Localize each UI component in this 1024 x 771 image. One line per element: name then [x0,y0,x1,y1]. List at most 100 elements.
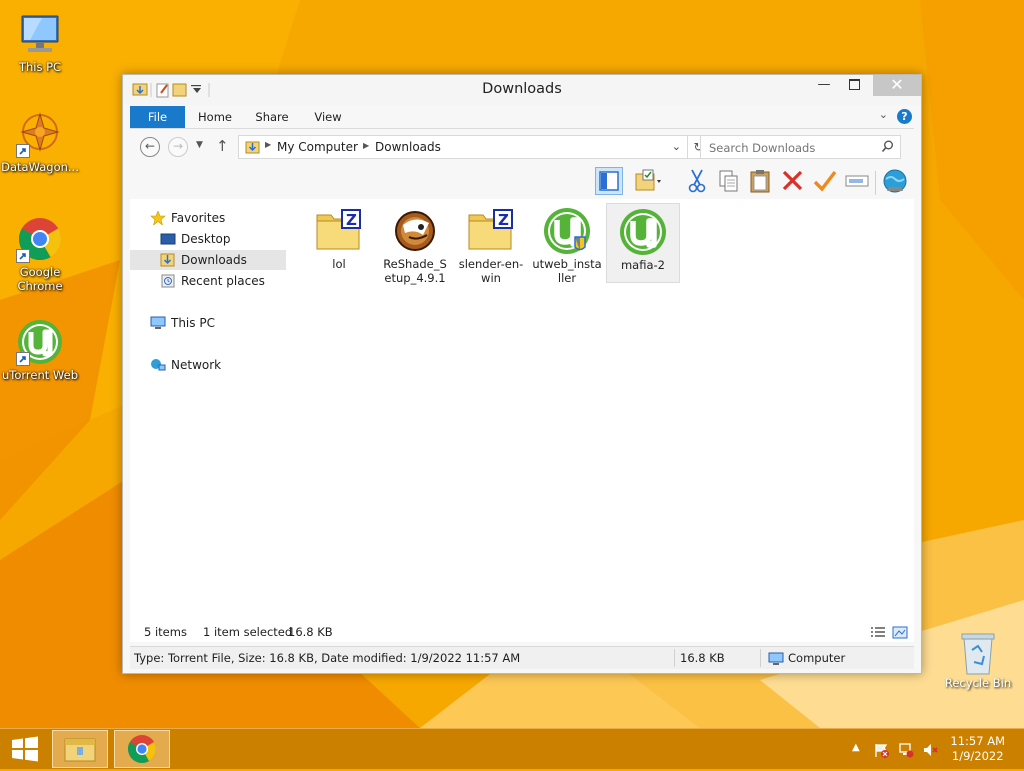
preview-pane-button[interactable] [595,167,623,195]
properties-button[interactable] [881,167,909,195]
nav-this-pc[interactable]: This PC [130,313,286,333]
file-name: lol [332,257,346,271]
search-box[interactable] [700,135,901,159]
selection-count: 1 item selected [203,625,293,639]
computer-icon [16,10,64,58]
rename-icon [845,175,869,187]
nav-favorites[interactable]: Favorites [130,208,286,228]
nav-recent-places[interactable]: Recent places [130,271,286,291]
up-button[interactable]: ↑ [216,137,229,155]
search-input[interactable] [707,139,881,157]
explorer-window[interactable]: Downloads — ✕ File Home Share View ⌄ ? ←… [122,74,922,674]
select-button[interactable] [811,167,839,195]
preview-pane-icon [599,171,619,191]
paste-button[interactable] [747,167,775,195]
forward-button[interactable]: → [168,137,188,157]
nav-desktop[interactable]: Desktop [130,229,286,249]
back-button[interactable]: ← [140,137,160,157]
start-button[interactable] [0,730,50,768]
taskbar-google-chrome[interactable] [114,730,170,768]
recent-locations-chevron-icon[interactable]: ▼ [196,140,203,150]
nav-favorites-label: Favorites [171,211,226,225]
tab-file[interactable]: File [130,106,185,128]
breadcrumb-my-computer[interactable]: My Computer [277,140,358,154]
copy-button[interactable] [715,167,743,195]
cut-button[interactable] [683,167,711,195]
search-icon[interactable] [881,140,894,156]
desktop-icon-google-chrome[interactable]: Google Chrome [0,215,80,293]
desktop-icon-label: DataWagon... [1,160,79,174]
computer-icon [150,316,166,330]
network-icon [150,358,166,372]
clipboard-icon [750,170,770,193]
address-dropdown-chevron-icon[interactable]: ⌄ [672,140,681,153]
desktop-icon-this-pc[interactable]: This PC [0,10,80,74]
details-size: 16.8 KB [680,651,725,665]
selection-size: 16.8 KB [288,625,333,639]
item-count: 5 items [144,625,187,639]
desktop-icon-recycle-bin[interactable]: Recycle Bin [942,630,1014,690]
status-separator [674,649,675,667]
details-view-icon [871,627,885,637]
help-icon[interactable]: ? [897,109,912,124]
folder-properties-icon [635,169,661,191]
computer-icon [768,651,784,673]
breadcrumb-downloads[interactable]: Downloads [375,140,441,154]
shortcut-arrow-icon [16,249,30,263]
tab-share[interactable]: Share [248,106,296,128]
file-name: ReShade_Setup_4.9.1 [383,257,447,285]
delete-x-icon [782,170,803,191]
file-item-slender-en-win[interactable]: Z slender-en-win [454,203,528,285]
close-button[interactable]: ✕ [873,75,921,96]
copy-icon [719,170,738,192]
desktop-icon-label: uTorrent Web [2,368,78,382]
navigation-bar: ← → ▼ ↑ ▶ My Computer ▶ Downloads ⌄ ↻ [130,135,914,161]
file-explorer-icon [64,738,96,762]
maximize-button[interactable] [839,75,869,96]
file-item-lol[interactable]: Z lol [302,203,376,283]
system-clock[interactable]: 11:57 AM 1/9/2022 [950,734,1005,764]
clock-date: 1/9/2022 [951,749,1004,763]
tab-view[interactable]: View [306,106,350,128]
file-item-utweb-installer[interactable]: utweb_installer [530,203,604,285]
network-status-icon[interactable] [898,742,914,761]
svg-text:Z: Z [498,211,509,229]
nav-network[interactable]: Network [130,355,286,375]
desktop-icon-label: Google Chrome [17,265,63,293]
action-center-flag-icon[interactable] [874,742,890,761]
taskbar: ▲ 11:57 AM 1/9/2022 [0,728,1024,769]
forward-arrow-icon: → [172,139,184,153]
delete-button[interactable] [779,167,807,195]
large-icons-view-icon [892,626,908,639]
datawagon-icon [16,110,64,158]
taskbar-file-explorer[interactable] [52,730,108,768]
details-bar: Type: Torrent File, Size: 16.8 KB, Date … [130,646,914,669]
nav-downloads-label: Downloads [181,253,247,267]
file-list[interactable]: Z lol ReShade_Setup_4.9.1 Z slender-en-w… [295,199,914,640]
checkmark-icon [813,170,837,192]
minimize-button[interactable]: — [809,75,839,96]
address-bar[interactable]: ▶ My Computer ▶ Downloads ⌄ [238,135,688,159]
file-details-text: Type: Torrent File, Size: 16.8 KB, Date … [134,651,521,665]
file-item-mafia-2[interactable]: mafia-2 [606,203,680,283]
toolbar-separator [875,171,876,195]
desktop-icon-datawagon[interactable]: DataWagon... [0,110,80,174]
maximize-icon [848,79,860,90]
content-area: Favorites Desktop Downloads Recent place… [130,199,914,640]
show-hidden-icons-chevron-icon[interactable]: ▲ [852,742,860,753]
expand-ribbon-chevron-icon[interactable]: ⌄ [879,108,888,121]
new-folder-button[interactable] [633,167,661,195]
downloads-folder-icon [245,140,261,157]
window-title: Downloads [482,81,562,97]
details-view-button[interactable] [870,625,886,645]
shortcut-arrow-icon [16,352,30,366]
title-bar[interactable]: Downloads — ✕ [123,75,921,105]
nav-downloads[interactable]: Downloads [130,250,286,270]
tab-home[interactable]: Home [192,106,238,128]
volume-muted-icon[interactable] [922,742,938,761]
command-toolbar [123,165,921,199]
file-item-reshade-setup[interactable]: ReShade_Setup_4.9.1 [378,203,452,285]
rename-button[interactable] [843,167,871,195]
desktop-icon-utorrent-web[interactable]: uTorrent Web [0,318,80,382]
large-icons-view-button[interactable] [892,625,908,645]
